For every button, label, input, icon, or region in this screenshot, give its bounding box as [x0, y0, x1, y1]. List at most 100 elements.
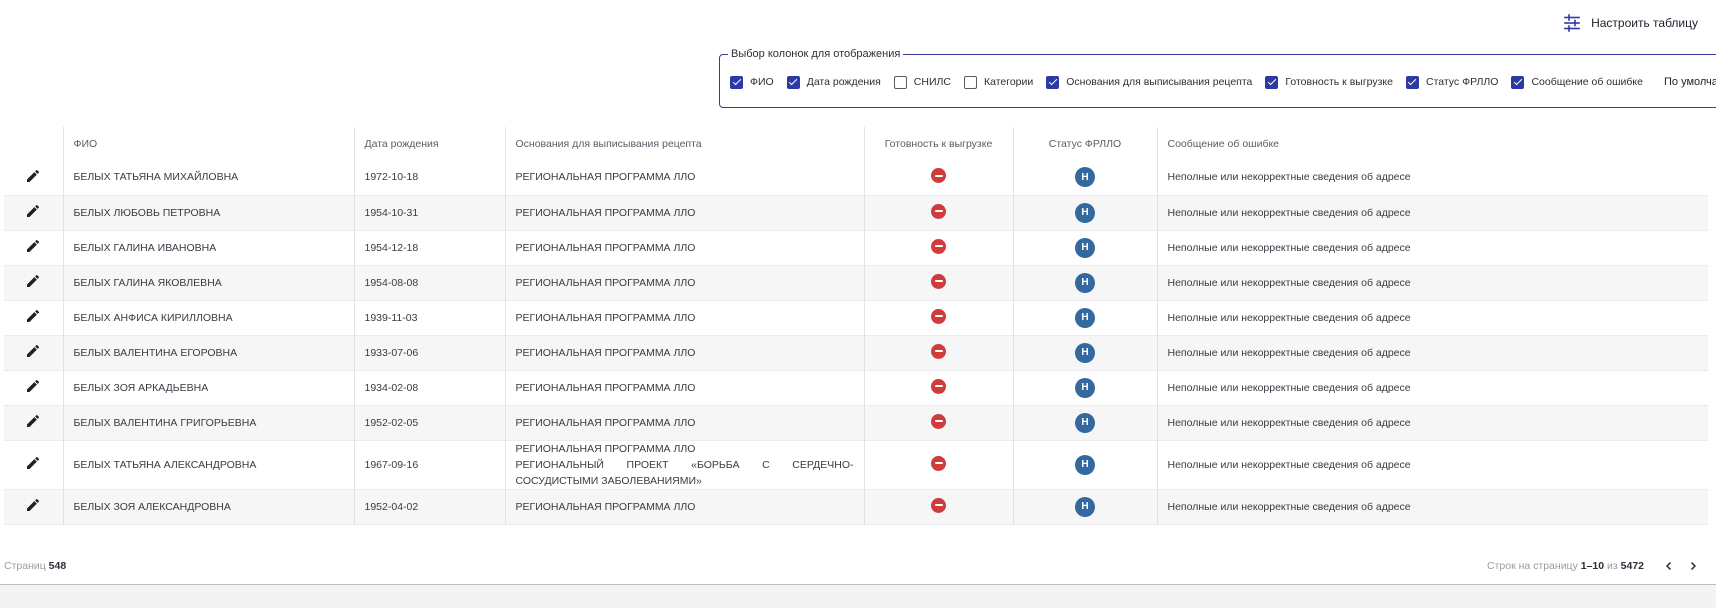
- cell-fio: БЕЛЫХ АНФИСА КИРИЛЛОВНА: [63, 300, 355, 335]
- header-birth-date[interactable]: Дата рождения: [354, 127, 506, 160]
- header-fio[interactable]: ФИО: [63, 127, 355, 160]
- of-label: из: [1607, 560, 1618, 572]
- edit-cell: [4, 230, 64, 265]
- basis-text: РЕГИОНАЛЬНАЯ ПРОГРАММА ЛЛО: [515, 276, 696, 289]
- chevron-right-icon: [1690, 561, 1697, 571]
- rows-range: 1–10: [1580, 560, 1605, 572]
- cell-ready: [864, 440, 1014, 489]
- basis-text: РЕГИОНАЛЬНАЯ ПРОГРАММА ЛЛО: [515, 346, 696, 359]
- cell-basis: РЕГИОНАЛЬНАЯ ПРОГРАММА ЛЛО: [505, 195, 865, 230]
- column-option[interactable]: Основания для выписывания рецепта: [1046, 75, 1252, 89]
- not-ready-icon: [931, 308, 946, 324]
- edit-pencil-icon[interactable]: [25, 455, 41, 471]
- next-page-button[interactable]: [1682, 556, 1704, 576]
- column-option[interactable]: Готовность к выгрузке: [1265, 75, 1393, 89]
- status-badge: Н: [1075, 377, 1095, 398]
- cell-birth-date: 1952-04-02: [354, 489, 506, 524]
- cell-fio: БЕЛЫХ ЗОЯ АРКАДЬЕВНА: [63, 370, 355, 405]
- cell-error-message: Неполные или некорректные сведения об ад…: [1167, 416, 1411, 429]
- cell-basis: РЕГИОНАЛЬНАЯ ПРОГРАММА ЛЛО: [505, 300, 865, 335]
- configure-table-button[interactable]: Настроить таблицу: [1563, 14, 1698, 32]
- cell-birth-date: 1933-07-06: [354, 335, 506, 370]
- checkbox-checked[interactable]: [1046, 75, 1060, 89]
- records-table: ФИО Дата рождения Основания для выписыва…: [4, 127, 1708, 525]
- default-columns-button[interactable]: По умолчанию: [1664, 76, 1716, 88]
- not-ready-icon: [931, 455, 946, 471]
- edit-pencil-icon[interactable]: [25, 203, 41, 219]
- status-badge: Н: [1075, 237, 1095, 258]
- cell-basis: РЕГИОНАЛЬНАЯ ПРОГРАММА ЛЛО: [505, 230, 865, 265]
- edit-cell: [4, 405, 64, 440]
- configure-table-label: Настроить таблицу: [1591, 16, 1698, 30]
- status-badge: Н: [1075, 202, 1095, 223]
- header-error-message[interactable]: Сообщение об ошибке: [1157, 127, 1708, 160]
- header-ready[interactable]: Готовность к выгрузке: [864, 127, 1014, 160]
- edit-pencil-icon[interactable]: [25, 168, 41, 184]
- basis-text: РЕГИОНАЛЬНАЯ ПРОГРАММА ЛЛО: [515, 171, 696, 184]
- tune-icon: [1564, 14, 1580, 32]
- checkbox-checked[interactable]: [1511, 75, 1525, 89]
- header-frllo-status[interactable]: Статус ФРЛЛО: [1013, 127, 1158, 160]
- header-edit: [4, 127, 64, 160]
- rows-total: 5472: [1620, 560, 1644, 572]
- basis-text: РЕГИОНАЛЬНАЯ ПРОГРАММА ЛЛО: [515, 381, 696, 394]
- status-badge: Н: [1075, 496, 1095, 517]
- cell-error-message: Неполные или некорректные сведения об ад…: [1167, 381, 1411, 394]
- table-header-row: ФИО Дата рождения Основания для выписыва…: [4, 127, 1708, 160]
- cell-error-message: Неполные или некорректные сведения об ад…: [1167, 241, 1411, 254]
- cell-frllo-status: Н: [1013, 440, 1158, 489]
- cell-ready: [864, 370, 1014, 405]
- prev-page-button[interactable]: [1658, 556, 1680, 576]
- column-picker: Выбор колонок для отображения ФИО Дата ро…: [719, 48, 1716, 108]
- pages-count: 548: [48, 560, 67, 572]
- cell-fio: БЕЛЫХ ТАТЬЯНА АЛЕКСАНДРОВНА: [63, 440, 355, 489]
- edit-pencil-icon[interactable]: [25, 273, 41, 289]
- status-badge: Н: [1075, 307, 1095, 328]
- column-option[interactable]: Статус ФРЛЛО: [1405, 75, 1498, 89]
- edit-cell: [4, 195, 64, 230]
- not-ready-icon: [931, 413, 946, 429]
- header-basis[interactable]: Основания для выписывания рецепта: [505, 127, 865, 160]
- edit-pencil-icon[interactable]: [25, 343, 41, 359]
- edit-pencil-icon[interactable]: [25, 238, 41, 254]
- not-ready-icon: [931, 168, 946, 184]
- edit-pencil-icon[interactable]: [25, 378, 41, 394]
- not-ready-icon: [931, 238, 946, 254]
- column-option[interactable]: Сообщение об ошибке: [1511, 75, 1643, 89]
- basis-text: РЕГИОНАЛЬНАЯ ПРОГРАММА ЛЛО: [515, 206, 696, 219]
- edit-pencil-icon[interactable]: [25, 308, 41, 324]
- table-row: БЕЛЫХ ГАЛИНА ЯКОВЛЕВНА 1954-08-08 РЕГИОНАЛ…: [4, 265, 1708, 300]
- checkbox-checked[interactable]: [786, 75, 800, 89]
- cell-fio: БЕЛЫХ ВАЛЕНТИНА ЕГОРОВНА: [63, 335, 355, 370]
- column-picker-legend: Выбор колонок для отображения: [731, 48, 901, 60]
- checkbox-checked[interactable]: [1405, 75, 1419, 89]
- cell-ready: [864, 405, 1014, 440]
- not-ready-icon: [931, 273, 946, 289]
- basis-text: РЕГИОНАЛЬНАЯ ПРОГРАММА ЛЛО: [515, 311, 696, 324]
- basis-text: РЕГИОНАЛЬНАЯ ПРОГРАММА ЛЛО: [515, 241, 696, 254]
- not-ready-icon: [931, 497, 946, 513]
- basis-line: РЕГИОНАЛЬНАЯ ПРОГРАММА ЛЛО: [515, 442, 696, 455]
- table-row: БЕЛЫХ ТАТЬЯНА АЛЕКСАНДРОВНА 1967-09-16 РЕГ…: [4, 440, 1708, 489]
- column-option[interactable]: Дата рождения: [786, 75, 881, 89]
- cell-fio: БЕЛЫХ ЛЮБОВЬ ПЕТРОВНА: [63, 195, 355, 230]
- edit-pencil-icon[interactable]: [25, 497, 41, 513]
- checkbox-checked[interactable]: [730, 75, 743, 89]
- column-option[interactable]: ФИО: [730, 75, 774, 89]
- not-ready-icon: [931, 203, 946, 219]
- edit-cell: [4, 489, 64, 524]
- checkbox-unchecked[interactable]: [893, 75, 907, 89]
- cell-fio: БЕЛЫХ ВАЛЕНТИНА ГРИГОРЬЕВНА: [63, 405, 355, 440]
- status-badge: Н: [1075, 454, 1095, 475]
- cell-fio: БЕЛЫХ ГАЛИНА ЯКОВЛЕВНА: [63, 265, 355, 300]
- checkbox-unchecked[interactable]: [963, 75, 977, 89]
- cell-birth-date: 1954-10-31: [354, 195, 506, 230]
- cell-frllo-status: Н: [1013, 265, 1158, 300]
- edit-pencil-icon[interactable]: [25, 413, 41, 429]
- not-ready-icon: [931, 378, 946, 394]
- cell-fio: БЕЛЫХ ГАЛИНА ИВАНОВНА: [63, 230, 355, 265]
- basis-line: РЕГИОНАЛЬНЫЙ ПРОЕКТ «БОРЬБА С СЕРДЕЧНО-С…: [515, 458, 854, 487]
- checkbox-checked[interactable]: [1265, 75, 1279, 89]
- column-option[interactable]: Категории: [963, 75, 1033, 89]
- column-option[interactable]: СНИЛС: [893, 75, 951, 89]
